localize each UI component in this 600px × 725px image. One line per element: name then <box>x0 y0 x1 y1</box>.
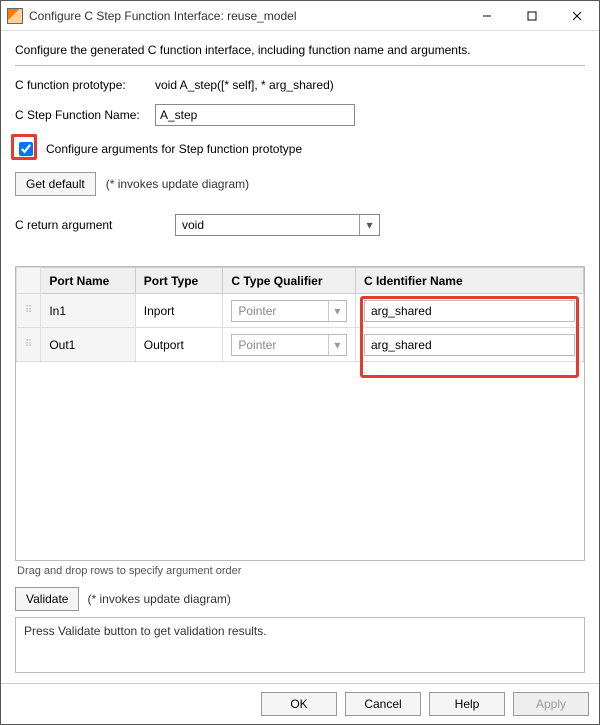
args-table-container: Port Name Port Type C Type Qualifier C I… <box>15 266 585 561</box>
cell-type-qualifier: Pointer ▾ <box>223 294 356 328</box>
return-arg-value: void <box>182 218 204 232</box>
configure-args-row: Configure arguments for Step function pr… <box>15 138 585 160</box>
cell-ident-name <box>355 294 583 328</box>
maximize-button[interactable] <box>509 1 554 31</box>
chevron-down-icon: ▾ <box>359 215 379 235</box>
close-button[interactable] <box>554 1 599 31</box>
window-title: Configure C Step Function Interface: reu… <box>29 9 464 23</box>
validate-button[interactable]: Validate <box>15 587 79 611</box>
step-name-input[interactable] <box>155 104 355 126</box>
drag-handle-icon[interactable]: ⠿ <box>17 294 41 328</box>
return-arg-row: C return argument void ▾ <box>15 214 585 236</box>
cell-port-name: In1 <box>41 294 135 328</box>
titlebar: Configure C Step Function Interface: reu… <box>1 1 599 31</box>
type-qualifier-select[interactable]: Pointer ▾ <box>231 300 347 322</box>
validate-note: (* invokes update diagram) <box>87 592 230 606</box>
help-button[interactable]: Help <box>429 692 505 716</box>
prototype-label: C function prototype: <box>15 78 145 92</box>
cell-port-type: Inport <box>135 294 223 328</box>
chevron-down-icon: ▾ <box>328 301 346 321</box>
ok-button[interactable]: OK <box>261 692 337 716</box>
ident-name-input[interactable] <box>364 334 575 356</box>
col-port-type: Port Type <box>135 268 223 294</box>
table-row[interactable]: ⠿ Out1 Outport Pointer ▾ <box>17 328 584 362</box>
col-type-qualifier: C Type Qualifier <box>223 268 356 294</box>
cell-type-qualifier: Pointer ▾ <box>223 328 356 362</box>
minimize-button[interactable] <box>464 1 509 31</box>
chevron-down-icon: ▾ <box>328 335 346 355</box>
get-default-note: (* invokes update diagram) <box>106 177 249 191</box>
cancel-button[interactable]: Cancel <box>345 692 421 716</box>
drag-hint: Drag and drop rows to specify argument o… <box>17 565 583 577</box>
type-qualifier-value: Pointer <box>238 338 276 352</box>
step-name-label: C Step Function Name: <box>15 108 145 122</box>
col-port-name: Port Name <box>41 268 135 294</box>
table-empty-area <box>16 362 584 560</box>
drag-header <box>17 268 41 294</box>
return-arg-select[interactable]: void ▾ <box>175 214 380 236</box>
prototype-row: C function prototype: void A_step([* sel… <box>15 78 585 92</box>
cell-port-type: Outport <box>135 328 223 362</box>
validate-row: Validate (* invokes update diagram) <box>15 587 585 611</box>
validation-results: Press Validate button to get validation … <box>15 617 585 673</box>
get-default-row: Get default (* invokes update diagram) <box>15 172 585 196</box>
description-text: Configure the generated C function inter… <box>15 43 585 57</box>
drag-handle-icon[interactable]: ⠿ <box>17 328 41 362</box>
prototype-value: void A_step([* self], * arg_shared) <box>155 78 334 92</box>
apply-button[interactable]: Apply <box>513 692 589 716</box>
return-arg-label: C return argument <box>15 218 165 232</box>
step-name-row: C Step Function Name: <box>15 104 585 126</box>
app-icon <box>7 8 23 24</box>
type-qualifier-select[interactable]: Pointer ▾ <box>231 334 347 356</box>
dialog-content: Configure the generated C function inter… <box>1 31 599 683</box>
cell-port-name: Out1 <box>41 328 135 362</box>
ident-name-input[interactable] <box>364 300 575 322</box>
dialog-footer: OK Cancel Help Apply <box>1 683 599 724</box>
col-ident-name: C Identifier Name <box>355 268 583 294</box>
configure-args-label: Configure arguments for Step function pr… <box>46 142 302 156</box>
table-row[interactable]: ⠿ In1 Inport Pointer ▾ <box>17 294 584 328</box>
cell-ident-name <box>355 328 583 362</box>
divider <box>15 65 585 66</box>
type-qualifier-value: Pointer <box>238 304 276 318</box>
args-table: Port Name Port Type C Type Qualifier C I… <box>16 267 584 362</box>
configure-args-checkbox[interactable] <box>19 142 33 156</box>
get-default-button[interactable]: Get default <box>15 172 96 196</box>
